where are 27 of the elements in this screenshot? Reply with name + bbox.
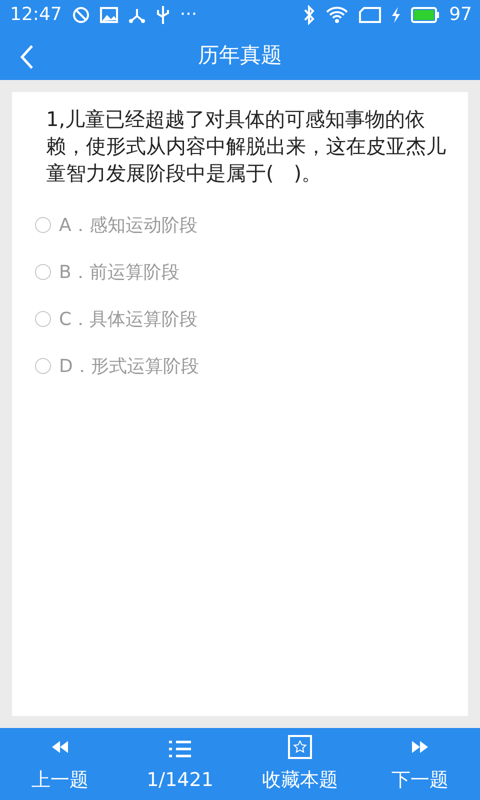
- nav-button[interactable]: 下一题: [360, 728, 480, 800]
- page-title: 历年真题: [198, 42, 282, 69]
- wifi-icon: [325, 6, 350, 24]
- blocked-icon: [72, 6, 90, 24]
- share-icon: [128, 7, 146, 23]
- nav-button[interactable]: 收藏本题: [240, 728, 360, 800]
- image-icon: [100, 7, 118, 23]
- option-label[interactable]: C．具体运算阶段: [59, 306, 198, 330]
- radio-button[interactable]: [35, 358, 51, 374]
- radio-button[interactable]: [35, 264, 51, 280]
- radio-button[interactable]: [35, 216, 51, 232]
- usb-icon: [156, 5, 170, 25]
- sim-icon: [359, 7, 382, 23]
- question-text: 1,儿童已经超越了对具体的可感知事物的依赖，使形式从内容中解脱出来，这在皮亚杰儿童智力发展阶段中是属于( )。: [46, 106, 447, 187]
- option-label[interactable]: A．感知运动阶段: [59, 212, 198, 236]
- option-label[interactable]: B．前运算阶段: [59, 260, 180, 284]
- charging-icon: [391, 6, 402, 24]
- option-label[interactable]: D．形式运算阶段: [59, 354, 199, 378]
- nav-button[interactable]: 1/1421: [120, 728, 240, 800]
- status-time: 12:47: [10, 5, 62, 25]
- more-indicator: ···: [180, 5, 198, 25]
- bluetooth-icon: [303, 5, 316, 25]
- nav-button[interactable]: 上一题: [0, 728, 120, 800]
- battery-icon: [411, 7, 440, 23]
- battery-percentage: 97: [449, 5, 472, 25]
- back-icon: [18, 44, 36, 70]
- radio-button[interactable]: [35, 310, 51, 326]
